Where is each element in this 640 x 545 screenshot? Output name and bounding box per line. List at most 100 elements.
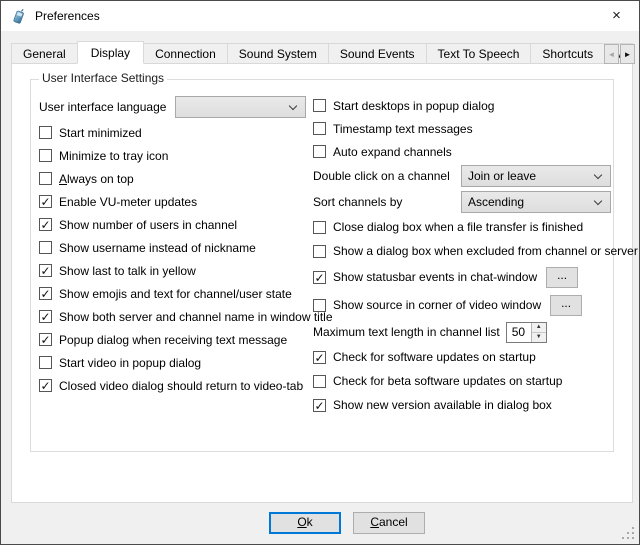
checkbox[interactable] <box>39 149 52 162</box>
checkbox-row: Start desktops in popup dialog <box>313 94 613 117</box>
arrow-right-icon: ► <box>624 50 632 59</box>
tab-scroll-right-button[interactable]: ► <box>620 44 635 64</box>
close-icon: × <box>612 7 621 24</box>
checkbox[interactable] <box>313 299 326 312</box>
checkbox-label[interactable]: Timestamp text messages <box>333 122 473 136</box>
checkbox-row: ✓ Show last to talk in yellow <box>39 259 314 282</box>
checkbox-row: ✓ Show number of users in channel <box>39 213 314 236</box>
statusbar-events-more-button[interactable]: ... <box>546 267 578 288</box>
checkbox-row: Show username instead of nickname <box>39 236 314 259</box>
ok-button[interactable]: Ok <box>269 512 341 534</box>
max-text-length-label: Maximum text length in channel list <box>313 325 500 339</box>
checkbox-label[interactable]: Show new version available in dialog box <box>333 398 552 412</box>
checkbox-row: ✓ Popup dialog when receiving text messag… <box>39 328 314 351</box>
checkbox-row: ✓ Closed video dialog should return to vi… <box>39 374 314 397</box>
double-click-value: Join or leave <box>468 169 536 183</box>
checkbox[interactable]: ✓ <box>39 287 52 300</box>
checkbox-label[interactable]: Close dialog box when a file transfer is… <box>333 220 583 234</box>
checkbox-label[interactable]: Enable VU-meter updates <box>59 195 197 209</box>
checkbox-label[interactable]: Show both server and channel name in win… <box>59 310 333 324</box>
spinbox-value: 50 <box>512 323 525 342</box>
titlebar[interactable]: Preferences <box>1 1 639 31</box>
checkbox-row: ✓ Show new version available in dialog bo… <box>313 393 613 417</box>
checkbox[interactable]: ✓ <box>313 271 326 284</box>
checkbox-row: Start minimized <box>39 121 314 144</box>
video-source-more-button[interactable]: ... <box>550 295 582 316</box>
checkbox-label[interactable]: Start minimized <box>59 126 142 140</box>
checkbox[interactable]: ✓ <box>313 399 326 412</box>
checkbox-label[interactable]: Show emojis and text for channel/user st… <box>59 287 292 301</box>
language-label: User interface language <box>39 100 166 114</box>
chevron-down-icon <box>594 171 602 179</box>
tab-scroll-left-button[interactable]: ◄ <box>604 44 619 64</box>
display-tab-page: User Interface Settings User interface l… <box>11 63 633 503</box>
sort-channels-label: Sort channels by <box>313 195 402 209</box>
checkbox-label[interactable]: Auto expand channels <box>333 145 452 159</box>
double-click-combobox[interactable]: Join or leave <box>461 165 611 187</box>
checkbox[interactable] <box>39 126 52 139</box>
checkbox[interactable] <box>313 122 326 135</box>
arrow-left-icon: ◄ <box>608 50 616 59</box>
checkbox-label[interactable]: Minimize to tray icon <box>59 149 168 163</box>
cancel-button[interactable]: Cancel <box>353 512 425 534</box>
spin-down-icon[interactable]: ▼ <box>532 333 546 342</box>
checkbox[interactable]: ✓ <box>39 195 52 208</box>
checkbox[interactable] <box>313 375 326 388</box>
checkbox-row: Close dialog box when a file transfer is… <box>313 215 613 239</box>
checkbox-row: Timestamp text messages <box>313 117 613 140</box>
checkbox-label[interactable]: Popup dialog when receiving text message <box>59 333 287 347</box>
checkbox-label[interactable]: Check for beta software updates on start… <box>333 374 562 388</box>
close-button[interactable]: × <box>594 1 639 30</box>
checkbox-label[interactable]: Show source in corner of video window <box>333 298 541 312</box>
tab-scrollers: ◄ ► <box>603 44 635 64</box>
checkbox[interactable]: ✓ <box>313 351 326 364</box>
checkbox-label[interactable]: Always on top <box>59 172 134 186</box>
sort-channels-row: Sort channels by Ascending <box>313 189 613 215</box>
preferences-dialog: Preferences × General Display Connection… <box>0 0 640 545</box>
double-click-label: Double click on a channel <box>313 169 450 183</box>
checkbox[interactable] <box>313 145 326 158</box>
checkbox[interactable] <box>313 99 326 112</box>
checkbox[interactable]: ✓ <box>39 379 52 392</box>
sort-channels-value: Ascending <box>468 195 524 209</box>
checkbox-row: Show a dialog box when excluded from cha… <box>313 239 613 263</box>
checkbox[interactable]: ✓ <box>39 310 52 323</box>
checkbox-label[interactable]: Show number of users in channel <box>59 218 237 232</box>
resize-grip[interactable] <box>622 527 635 540</box>
checkbox[interactable]: ✓ <box>39 218 52 231</box>
tab-display[interactable]: Display <box>77 41 144 64</box>
checkbox-label[interactable]: Start desktops in popup dialog <box>333 99 494 113</box>
user-interface-settings-group: User Interface Settings User interface l… <box>30 79 614 452</box>
tab-text-to-speech[interactable]: Text To Speech <box>426 43 532 64</box>
checkbox-row: ✓ Show emojis and text for channel/user s… <box>39 282 314 305</box>
checkbox-label[interactable]: Check for software updates on startup <box>333 350 536 364</box>
language-combobox[interactable] <box>175 96 306 118</box>
left-column: User interface language Start minimized … <box>39 94 314 397</box>
checkbox[interactable] <box>313 245 326 258</box>
group-legend: User Interface Settings <box>39 71 167 85</box>
checkbox-label[interactable]: Show last to talk in yellow <box>59 264 196 278</box>
tab-general[interactable]: General <box>11 43 78 64</box>
tab-sound-system[interactable]: Sound System <box>227 43 329 64</box>
checkbox-label[interactable]: Show statusbar events in chat-window <box>333 270 537 284</box>
checkbox-label[interactable]: Show a dialog box when excluded from cha… <box>333 244 638 258</box>
max-text-length-spinbox[interactable]: 50 ▲ ▼ <box>506 322 547 343</box>
tab-connection[interactable]: Connection <box>143 43 228 64</box>
tab-shortcuts[interactable]: Shortcuts <box>530 43 605 64</box>
checkbox-row: Auto expand channels <box>313 140 613 163</box>
checkbox[interactable] <box>39 356 52 369</box>
checkbox[interactable] <box>313 221 326 234</box>
sort-channels-combobox[interactable]: Ascending <box>461 191 611 213</box>
checkbox[interactable] <box>39 172 52 185</box>
checkbox[interactable] <box>39 241 52 254</box>
checkbox-row: Start video in popup dialog <box>39 351 314 374</box>
checkbox-row: ✓ Enable VU-meter updates <box>39 190 314 213</box>
spin-up-icon[interactable]: ▲ <box>532 323 546 333</box>
checkbox[interactable]: ✓ <box>39 264 52 277</box>
tab-bar: General Display Connection Sound System … <box>11 41 633 64</box>
checkbox-label[interactable]: Start video in popup dialog <box>59 356 201 370</box>
checkbox-label[interactable]: Show username instead of nickname <box>59 241 256 255</box>
checkbox[interactable]: ✓ <box>39 333 52 346</box>
tab-sound-events[interactable]: Sound Events <box>328 43 427 64</box>
checkbox-label[interactable]: Closed video dialog should return to vid… <box>59 379 303 393</box>
